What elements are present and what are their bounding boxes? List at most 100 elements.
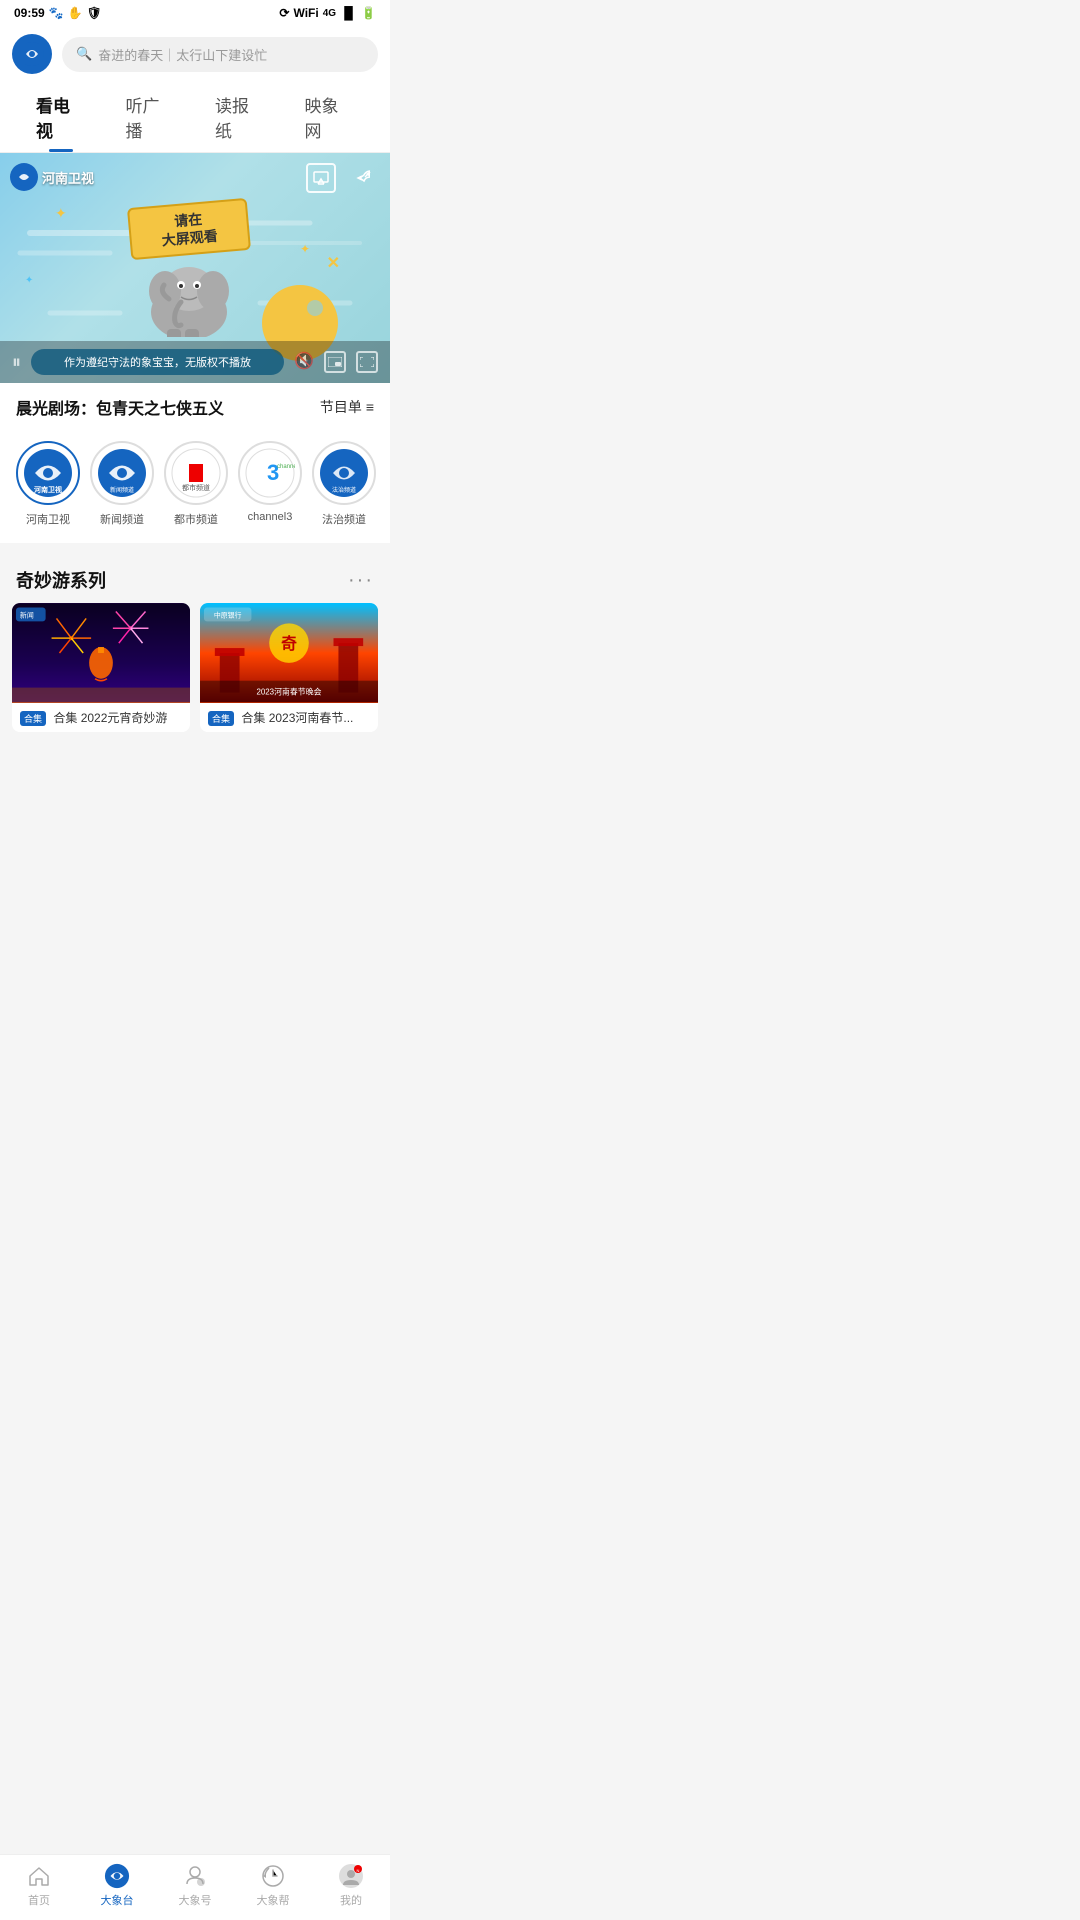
4g-icon: 4G <box>323 8 336 19</box>
nav-mine[interactable]: N 我的 <box>321 1863 381 1908</box>
svg-text:channel: channel <box>277 464 295 470</box>
channel-item-henan[interactable]: 河南卫视 河南卫视 <box>16 441 80 527</box>
card-thumb-festival: 奇 2023河南春节晚会 中原银行 <box>200 603 378 703</box>
channel-circle-ch3: 3 channel <box>238 441 302 505</box>
fullscreen-button[interactable] <box>356 351 378 373</box>
svg-text:✦: ✦ <box>25 275 33 286</box>
content-grid: 新闻 合集 合集 2022元宵奇妙游 <box>0 603 390 744</box>
video-top-actions <box>306 163 380 193</box>
channel-list: 河南卫视 河南卫视 新闻频道 新闻频道 都市频道 都市频道 <box>0 431 390 543</box>
section-more-button[interactable]: ··· <box>348 569 374 592</box>
channel-name: 河南卫视 <box>42 168 94 187</box>
svg-text:新闻频道: 新闻频道 <box>110 486 134 494</box>
svg-text:奇: 奇 <box>281 634 297 653</box>
bottom-nav: 首页 大象台 大象号 <box>0 1854 390 1920</box>
channel-item-law[interactable]: 法治频道 法治频道 <box>312 441 376 527</box>
video-player[interactable]: ✦ ✦ ✦ 河南卫视 <box>0 153 390 383</box>
channel-label-news: 新闻频道 <box>100 511 144 527</box>
svg-text:✦: ✦ <box>300 242 310 256</box>
svg-text:中原银行: 中原银行 <box>214 610 242 619</box>
program-title: 晨光剧场：包青天之七侠五义 <box>16 395 224 419</box>
nav-label-daxianghao: 大象号 <box>179 1892 212 1908</box>
nav-tabs: 看电视 听广播 读报纸 映象网 <box>0 82 390 153</box>
channel-circle-law: 法治频道 <box>312 441 376 505</box>
section-title: 奇妙游系列 <box>16 567 106 593</box>
pip-button[interactable] <box>324 351 346 373</box>
tab-tv[interactable]: 看电视 <box>16 82 106 152</box>
channel-label-law: 法治频道 <box>322 511 366 527</box>
schedule-label: 节目单 <box>320 397 362 417</box>
channel-label-city: 都市频道 <box>174 511 218 527</box>
card-title-2: 合集 2023河南春节... <box>241 711 353 725</box>
nav-daxianghao[interactable]: 大象号 <box>165 1863 225 1908</box>
nav-label-mine: 我的 <box>340 1892 362 1908</box>
nav-daxiangbang[interactable]: 大象帮 <box>243 1863 303 1908</box>
channel-logo <box>10 163 38 191</box>
tab-radio[interactable]: 听广播 <box>106 82 196 152</box>
home-icon <box>26 1863 52 1889</box>
video-illustration: 请在 大屏观看 <box>129 203 249 342</box>
search-text: 奋进的春天｜太行山下建设忙 <box>98 45 267 64</box>
card-tag-2: 合集 <box>208 711 234 726</box>
channel-label-henan: 河南卫视 <box>26 511 70 527</box>
nav-label-daxiangbang: 大象帮 <box>257 1892 290 1908</box>
svg-text:✦: ✦ <box>55 205 67 221</box>
rotate-icon: ⟳ <box>279 6 289 20</box>
video-controls: ⏸ 作为遵纪守法的象宝宝，无版权不播放 🔇 <box>0 341 390 383</box>
channel-item-ch3[interactable]: 3 channel channel3 <box>238 441 302 527</box>
daxiangbang-icon <box>260 1863 286 1889</box>
tab-yingxiang[interactable]: 映象网 <box>285 82 375 152</box>
search-bar[interactable]: 🔍 奋进的春天｜太行山下建设忙 <box>62 37 378 72</box>
status-right: ⟳ WiFi 4G ▐▌ 🔋 <box>279 6 376 20</box>
pause-button[interactable]: ⏸ <box>12 353 21 371</box>
svg-text:河南卫视: 河南卫视 <box>34 485 62 494</box>
daxianghao-icon <box>182 1863 208 1889</box>
hand-icon: ✋ <box>68 6 83 20</box>
paw-icon: 🐾 <box>49 6 64 20</box>
schedule-button[interactable]: 节目单 ≡ <box>320 397 374 417</box>
svg-text:法治频道: 法治频道 <box>332 486 356 494</box>
channel-circle-city: 都市频道 <box>164 441 228 505</box>
channel-label-ch3: channel3 <box>248 511 293 523</box>
nav-label-daxiangtai: 大象台 <box>101 1892 134 1908</box>
card-label-1: 合集 合集 2022元宵奇妙游 <box>12 703 190 732</box>
search-icon: 🔍 <box>76 46 92 62</box>
status-time: 09:59 <box>14 6 45 20</box>
channel-circle-henan: 河南卫视 <box>16 441 80 505</box>
content-card-1[interactable]: 新闻 合集 合集 2022元宵奇妙游 <box>12 603 190 732</box>
qimiaoyou-section: 奇妙游系列 ··· <box>0 553 390 744</box>
channel-item-city[interactable]: 都市频道 都市频道 <box>164 441 228 527</box>
header: 🔍 奋进的春天｜太行山下建设忙 <box>0 26 390 82</box>
signal-icon: ▐▌ <box>340 6 357 20</box>
nav-home[interactable]: 首页 <box>9 1863 69 1908</box>
program-info: 晨光剧场：包青天之七侠五义 节目单 ≡ <box>0 383 390 431</box>
status-bar: 09:59 🐾 ✋ 🛡 ⟳ WiFi 4G ▐▌ 🔋 <box>0 0 390 26</box>
channel-circle-news: 新闻频道 <box>90 441 154 505</box>
shield-icon: 🛡 <box>87 6 102 20</box>
subtitle-bar: 作为遵纪守法的象宝宝，无版权不播放 <box>31 349 284 375</box>
share-icon[interactable] <box>350 163 380 193</box>
mute-button[interactable]: 🔇 <box>294 354 314 370</box>
card-label-2: 合集 合集 2023河南春节... <box>200 703 378 732</box>
section-header: 奇妙游系列 ··· <box>0 553 390 603</box>
svg-text:都市频道: 都市频道 <box>182 483 210 492</box>
channel-item-news[interactable]: 新闻频道 新闻频道 <box>90 441 154 527</box>
card-tag-1: 合集 <box>20 711 46 726</box>
sign-board: 请在 大屏观看 <box>127 198 251 261</box>
daxiangtai-icon <box>104 1863 130 1889</box>
svg-text:2023河南春节晚会: 2023河南春节晚会 <box>256 687 321 697</box>
close-video-btn[interactable]: ✕ <box>327 253 340 273</box>
wifi-icon: WiFi <box>293 6 318 20</box>
svg-text:新闻: 新闻 <box>20 610 34 619</box>
channel-badge: 河南卫视 <box>10 163 94 191</box>
app-logo[interactable] <box>12 34 52 74</box>
status-left: 09:59 🐾 ✋ 🛡 <box>14 6 102 20</box>
content-card-2[interactable]: 奇 2023河南春节晚会 中原银行 合集 合集 2023河南春节... <box>200 603 378 732</box>
nav-daxiangtai[interactable]: 大象台 <box>87 1863 147 1908</box>
nav-label-home: 首页 <box>28 1892 50 1908</box>
card-title-1: 合集 2022元宵奇妙游 <box>53 711 167 725</box>
battery-icon: 🔋 <box>361 6 376 20</box>
tab-newspaper[interactable]: 读报纸 <box>195 82 285 152</box>
schedule-icon: ≡ <box>366 399 374 415</box>
cast-icon[interactable] <box>306 163 336 193</box>
